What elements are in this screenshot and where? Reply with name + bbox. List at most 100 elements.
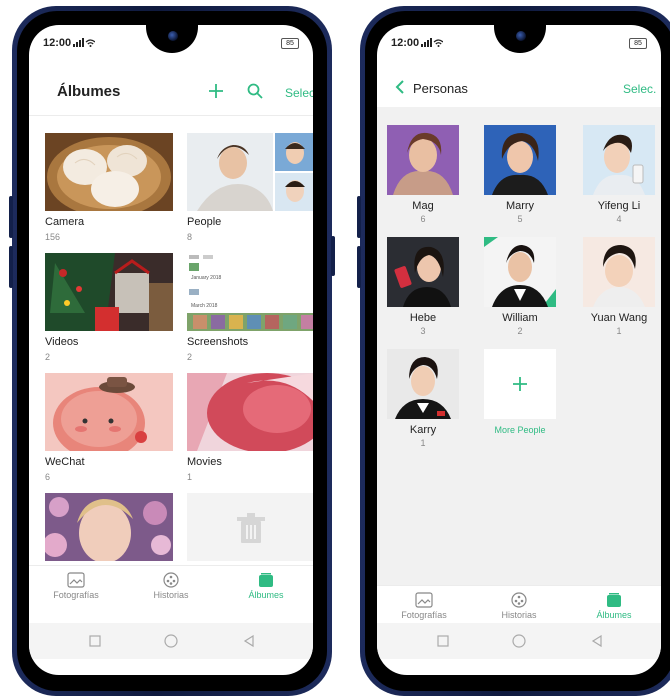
album-thumbnail: [45, 253, 173, 331]
tab-stories[interactable]: Historias: [126, 572, 216, 600]
album-count: 6: [45, 472, 51, 482]
tab-stories[interactable]: Historias: [474, 592, 564, 620]
people-grid: Mag 6 Marry 5 Yifeng Li 4 Hebe 3 William…: [377, 107, 661, 597]
album-screenshots[interactable]: January 2018 March 2018 Screenshots 2: [187, 253, 313, 373]
albums-icon: [607, 593, 621, 607]
album-count: 2: [187, 352, 193, 362]
more-people-label: More People: [494, 425, 546, 435]
tab-label: Fotografías: [401, 610, 447, 620]
phone-frame-right: 12:00 85 Personas Selec. Mag 6 Marry 5 Y…: [357, 6, 670, 696]
volume-button: [9, 196, 13, 238]
tab-label: Álbumes: [596, 610, 632, 620]
person-count: 2: [517, 326, 523, 336]
status-time: 12:00: [43, 37, 72, 49]
person-photo: [484, 125, 556, 195]
photos-icon: [67, 572, 85, 588]
tab-albums[interactable]: Álbumes: [569, 592, 659, 620]
album-partial[interactable]: [45, 493, 173, 563]
recents-button[interactable]: [87, 633, 103, 649]
album-camera[interactable]: Camera 156: [45, 133, 173, 253]
album-name: People: [187, 216, 222, 228]
tab-photos[interactable]: Fotografías: [379, 592, 469, 620]
tab-label: Historias: [501, 610, 537, 620]
recents-button[interactable]: [435, 633, 451, 649]
tab-albums[interactable]: Álbumes: [221, 572, 311, 600]
plus-icon: [513, 377, 527, 391]
person-photo: [583, 125, 655, 195]
person-count: 3: [420, 326, 426, 336]
album-count: 8: [187, 232, 193, 242]
screenshot-date-label: January 2018: [191, 275, 222, 281]
album-movies[interactable]: Movies 1: [187, 373, 313, 493]
album-videos[interactable]: Videos 2: [45, 253, 173, 373]
stories-icon: [163, 572, 179, 588]
volume-button: [357, 196, 361, 238]
person-count: 1: [616, 326, 622, 336]
photos-icon: [415, 592, 433, 608]
bottom-tab-bar: Fotografías Historias Álbumes: [29, 565, 313, 614]
person-card[interactable]: William 2: [483, 237, 557, 336]
trash-icon: [237, 513, 265, 543]
album-recently-deleted[interactable]: [187, 493, 313, 563]
select-button[interactable]: Selec.: [285, 86, 313, 100]
person-name: Mag: [412, 200, 434, 212]
back-button[interactable]: [393, 78, 407, 96]
back-nav-button[interactable]: [241, 633, 257, 649]
add-album-button[interactable]: [206, 81, 226, 101]
home-button[interactable]: [511, 633, 527, 649]
page-title: Álbumes: [57, 83, 121, 100]
album-wechat[interactable]: WeChat 6: [45, 373, 173, 493]
person-name: Karry: [409, 424, 437, 436]
header-divider: [29, 115, 313, 116]
more-people-button[interactable]: More People: [483, 349, 557, 435]
screenshot-date-label: March 2018: [191, 303, 218, 309]
tab-label: Historias: [153, 590, 189, 600]
plus-icon: [209, 84, 223, 98]
person-name: Yifeng Li: [597, 200, 641, 212]
home-button[interactable]: [163, 633, 179, 649]
album-name: Camera: [45, 216, 85, 228]
albums-screen: 12:00 85 Álbumes Selec Camera 156 People…: [29, 25, 313, 675]
power-button: [331, 236, 335, 276]
album-count: 156: [45, 232, 61, 242]
person-card[interactable]: Yifeng Li 4: [582, 125, 656, 224]
volume-button: [357, 246, 361, 288]
search-button[interactable]: [246, 82, 264, 100]
person-card[interactable]: Hebe 3: [386, 237, 460, 336]
select-button[interactable]: Selec.: [623, 82, 656, 96]
album-thumbnail: [45, 373, 173, 451]
back-nav-button[interactable]: [589, 633, 605, 649]
tab-photos[interactable]: Fotografías: [31, 572, 121, 600]
album-thumbnail: [45, 133, 173, 211]
chevron-left-icon: [395, 80, 404, 94]
person-card[interactable]: Yuan Wang 1: [582, 237, 656, 336]
person-count: 6: [420, 214, 426, 224]
battery-indicator: 85: [629, 38, 647, 49]
album-thumbnail: [187, 133, 313, 211]
person-card[interactable]: Marry 5: [483, 125, 557, 224]
person-photo: [583, 237, 655, 307]
bezel: 12:00 85 Personas Selec. Mag 6 Marry 5 Y…: [365, 11, 670, 691]
album-name: Movies: [187, 456, 222, 468]
signal-wifi-icon: [73, 38, 96, 49]
phone-frame-left: 12:00 85 Álbumes Selec Camera 156 People…: [9, 6, 335, 696]
tab-label: Álbumes: [248, 590, 284, 600]
person-card[interactable]: Mag 6: [386, 125, 460, 224]
album-name: Screenshots: [187, 336, 249, 348]
person-name: Hebe: [409, 312, 437, 324]
album-name: WeChat: [45, 456, 85, 468]
more-people-tile: [484, 349, 556, 419]
person-name: Yuan Wang: [590, 312, 648, 324]
battery-indicator: 85: [281, 38, 299, 49]
person-photo: [387, 349, 459, 419]
triangle-back-icon: [591, 634, 602, 648]
people-screen: 12:00 85 Personas Selec. Mag 6 Marry 5 Y…: [377, 25, 661, 675]
front-camera: [168, 31, 178, 41]
page-title: Personas: [413, 81, 468, 96]
person-card[interactable]: Karry 1: [386, 349, 460, 448]
circle-icon: [512, 634, 526, 648]
volume-button: [9, 246, 13, 288]
person-name: William: [502, 312, 538, 324]
album-people[interactable]: People 8: [187, 133, 313, 253]
album-count: 1: [187, 472, 193, 482]
